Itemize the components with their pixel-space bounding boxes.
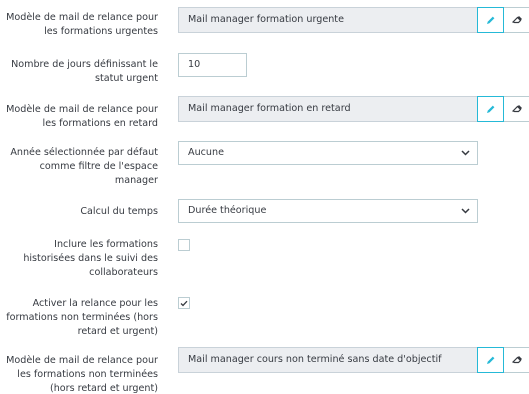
- unfinished-template-field: Mail manager cours non terminé sans date…: [178, 347, 477, 373]
- default-year-value: Aucune: [188, 147, 224, 158]
- time-calc-label: Calcul du temps: [80, 206, 158, 217]
- eraser-icon: [511, 105, 522, 113]
- urgent-days-input[interactable]: 10: [178, 53, 247, 77]
- enable-unfinished-reminder-label: Activer la relance pour les formations n…: [6, 298, 158, 337]
- include-historized-label: Inclure les formations historisées dans …: [23, 239, 158, 278]
- urgent-days-label: Nombre de jours définissant le statut ur…: [11, 59, 158, 84]
- pencil-icon: [486, 105, 494, 113]
- late-template-label: Modèle de mail de relance pour les forma…: [6, 104, 158, 129]
- eraser-icon: [511, 356, 522, 364]
- unfinished-template-label: Modèle de mail de relance pour les forma…: [6, 355, 158, 394]
- clear-unfinished-template-button[interactable]: [504, 347, 529, 373]
- time-calc-value: Durée théorique: [188, 205, 267, 216]
- chevron-down-icon: [461, 208, 470, 214]
- default-year-label: Année sélectionnée par défaut comme filt…: [10, 147, 158, 186]
- edit-urgent-template-button[interactable]: [477, 7, 504, 33]
- include-historized-checkbox[interactable]: [178, 239, 190, 251]
- urgent-template-field: Mail manager formation urgente: [178, 7, 477, 33]
- clear-late-template-button[interactable]: [504, 96, 529, 122]
- chevron-down-icon: [461, 150, 470, 156]
- enable-unfinished-reminder-checkbox[interactable]: [178, 297, 190, 309]
- pencil-icon: [486, 16, 494, 24]
- edit-unfinished-template-button[interactable]: [477, 347, 504, 373]
- edit-late-template-button[interactable]: [477, 96, 504, 122]
- checkmark-icon: [180, 300, 188, 306]
- time-calc-select[interactable]: Durée théorique: [178, 199, 478, 223]
- urgent-template-label: Modèle de mail de relance pour les forma…: [6, 12, 158, 37]
- default-year-select[interactable]: Aucune: [178, 141, 478, 165]
- eraser-icon: [511, 16, 522, 24]
- pencil-icon: [486, 356, 494, 364]
- clear-urgent-template-button[interactable]: [504, 7, 529, 33]
- late-template-field: Mail manager formation en retard: [178, 96, 477, 122]
